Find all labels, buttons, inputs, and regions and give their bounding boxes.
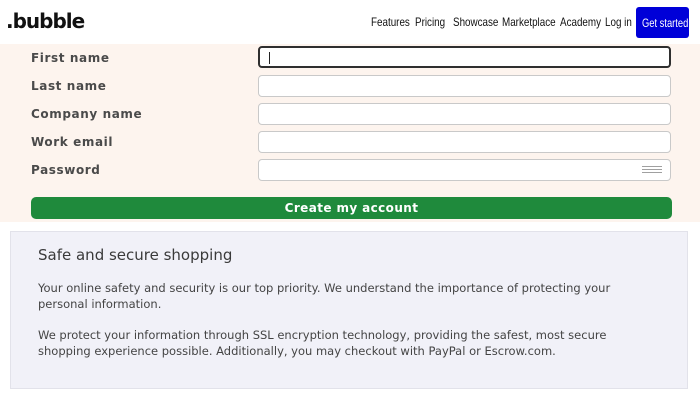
work-email-label: Work email bbox=[31, 135, 114, 149]
nav-showcase-link[interactable]: Showcase bbox=[453, 15, 498, 29]
secure-shopping-panel: Safe and secure shopping Your online saf… bbox=[10, 231, 688, 389]
company-name-input[interactable] bbox=[258, 103, 671, 125]
nav-marketplace-link[interactable]: Marketplace bbox=[502, 15, 556, 29]
get-started-label: Get started bbox=[642, 16, 689, 30]
text-caret bbox=[269, 52, 270, 64]
company-name-label: Company name bbox=[31, 107, 143, 121]
password-input[interactable] bbox=[258, 159, 671, 181]
work-email-input[interactable] bbox=[258, 131, 671, 153]
nav-features-link[interactable]: Features bbox=[371, 15, 410, 29]
last-name-label: Last name bbox=[31, 79, 107, 93]
secure-shopping-title: Safe and secure shopping bbox=[38, 246, 233, 264]
safety-paragraph: Your online safety and security is our t… bbox=[38, 281, 611, 311]
get-started-button[interactable]: Get started bbox=[636, 7, 689, 38]
bubble-logo[interactable]: .bubble bbox=[6, 9, 85, 33]
password-manager-icon[interactable] bbox=[642, 166, 662, 175]
password-label: Password bbox=[31, 163, 101, 177]
nav-login-link[interactable]: Log in bbox=[605, 15, 632, 29]
nav-pricing-link[interactable]: Pricing bbox=[415, 15, 445, 29]
top-navbar: .bubble Features Pricing Showcase Market… bbox=[0, 0, 700, 44]
page: .bubble Features Pricing Showcase Market… bbox=[0, 0, 700, 400]
create-account-button[interactable]: Create my account bbox=[31, 197, 672, 219]
first-name-label: First name bbox=[31, 51, 110, 65]
ssl-paragraph: We protect your information through SSL … bbox=[38, 328, 607, 358]
last-name-input[interactable] bbox=[258, 75, 671, 97]
first-name-input[interactable] bbox=[258, 46, 671, 68]
nav-academy-link[interactable]: Academy bbox=[560, 15, 601, 29]
